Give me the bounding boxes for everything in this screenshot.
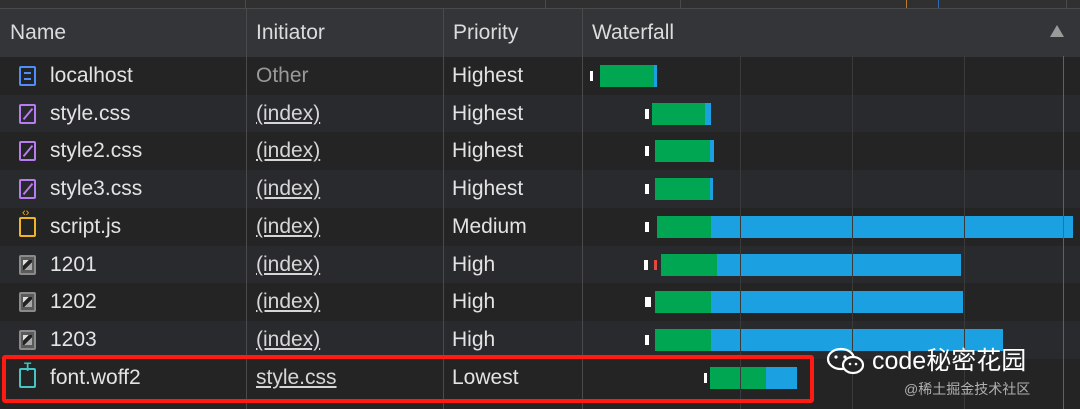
request-priority: High	[452, 290, 496, 314]
request-priority: Highest	[452, 64, 524, 87]
request-name[interactable]: localhost	[50, 57, 133, 95]
waterfall-queue-marker	[645, 334, 649, 345]
waterfall-download-bar[interactable]	[654, 65, 657, 87]
request-initiator[interactable]: (index)	[256, 246, 320, 284]
image-icon	[19, 292, 36, 313]
table-row[interactable]: script.js (index) Medium	[0, 207, 1080, 246]
waterfall-waiting-bar[interactable]	[600, 65, 654, 87]
table-row[interactable]: 1201 (index) High	[0, 245, 1080, 284]
table-header: Name Initiator Priority Waterfall	[0, 8, 1080, 58]
request-name[interactable]: 1201	[50, 246, 97, 284]
waterfall-queue-marker	[645, 108, 649, 119]
network-panel: Name Initiator Priority Waterfall localh…	[0, 0, 1080, 409]
waterfall-download-bar[interactable]	[710, 178, 713, 201]
table-row[interactable]: localhost Other Highest	[0, 57, 1080, 95]
watermark-title: code秘密花园	[872, 347, 1027, 375]
column-header-initiator[interactable]: Initiator	[246, 9, 444, 57]
request-name[interactable]: style2.css	[50, 132, 142, 170]
wechat-icon	[826, 347, 865, 375]
image-icon	[19, 329, 36, 350]
waterfall-download-bar[interactable]	[717, 253, 961, 276]
waterfall-queue-marker	[645, 146, 649, 157]
request-priority: High	[452, 327, 496, 351]
waterfall-waiting-bar[interactable]	[661, 253, 717, 276]
column-header-name[interactable]: Name	[0, 9, 246, 57]
table-row[interactable]: style3.css (index) Highest	[0, 170, 1080, 209]
document-icon	[19, 66, 36, 86]
request-name[interactable]: script.js	[50, 208, 121, 246]
waterfall-waiting-bar[interactable]	[655, 140, 710, 163]
request-name[interactable]: 1202	[50, 283, 97, 321]
request-priority: Highest	[452, 101, 524, 125]
image-icon	[19, 254, 36, 275]
waterfall-download-bar[interactable]	[711, 291, 963, 314]
column-header-waterfall[interactable]: Waterfall	[582, 9, 1080, 57]
waterfall-download-bar[interactable]	[710, 140, 714, 163]
waterfall-queue-marker	[645, 184, 649, 195]
waterfall-waiting-bar[interactable]	[652, 102, 705, 125]
request-initiator[interactable]: (index)	[256, 321, 320, 359]
waterfall-waiting-bar[interactable]	[655, 328, 711, 351]
request-priority: Highest	[452, 177, 524, 201]
waterfall-download-bar[interactable]	[711, 215, 1073, 238]
request-initiator[interactable]: (index)	[256, 208, 320, 246]
stylesheet-icon	[19, 141, 36, 162]
request-initiator[interactable]: (index)	[256, 95, 320, 133]
waterfall-stalled-marker	[654, 259, 657, 270]
waterfall-waiting-bar[interactable]	[655, 178, 710, 201]
request-name[interactable]: style3.css	[50, 170, 142, 208]
highlight-box	[2, 355, 814, 403]
table-row[interactable]: style.css (index) Highest	[0, 94, 1080, 133]
waterfall-waiting-bar[interactable]	[657, 215, 711, 238]
request-name[interactable]: style.css	[50, 95, 131, 133]
request-priority: Highest	[452, 139, 524, 163]
waterfall-waiting-bar[interactable]	[655, 291, 711, 314]
stylesheet-icon	[19, 103, 36, 124]
waterfall-queue-marker	[644, 259, 648, 270]
column-header-priority[interactable]: Priority	[443, 9, 583, 57]
waterfall-queue-marker	[645, 221, 649, 232]
overview-strip	[0, 0, 1080, 8]
watermark-subtitle: @稀土掘金技术社区	[904, 381, 1031, 397]
waterfall-download-bar[interactable]	[705, 102, 711, 125]
request-initiator[interactable]: (index)	[256, 132, 320, 170]
request-initiator[interactable]: (index)	[256, 170, 320, 208]
script-icon	[19, 207, 36, 237]
table-row[interactable]: 1202 (index) High	[0, 283, 1080, 322]
request-name[interactable]: 1203	[50, 321, 97, 359]
stylesheet-icon	[19, 179, 36, 200]
waterfall-queue-marker	[645, 297, 651, 308]
request-priority: High	[452, 252, 496, 276]
request-priority: Medium	[452, 214, 527, 238]
sort-ascending-icon[interactable]	[1050, 25, 1064, 37]
table-row[interactable]: style2.css (index) Highest	[0, 132, 1080, 171]
request-initiator[interactable]: (index)	[256, 283, 320, 321]
request-initiator: Other	[256, 64, 309, 87]
waterfall-queue-marker	[590, 71, 593, 81]
